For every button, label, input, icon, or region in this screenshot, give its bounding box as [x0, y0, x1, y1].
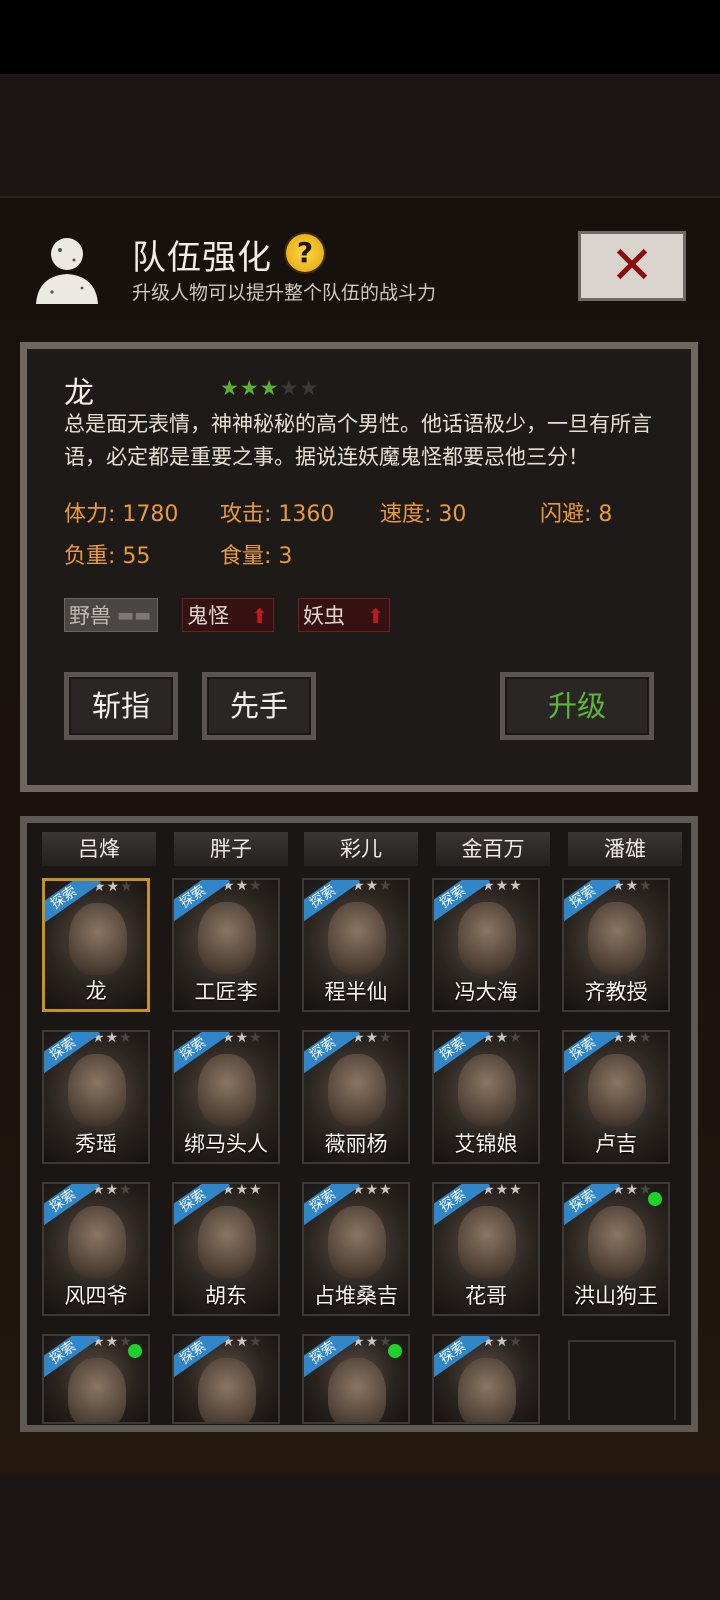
- skill-button-severed-finger[interactable]: 斩指: [64, 672, 178, 740]
- stat-dodge: 闪避: 8: [540, 502, 613, 527]
- character-portrait: [68, 1358, 126, 1422]
- arrow-up-icon: ⬆: [251, 604, 268, 628]
- team-tab[interactable]: 彩儿: [304, 832, 418, 866]
- star-filled-icon: ★: [239, 376, 260, 400]
- character-card-name: 工匠李: [194, 980, 258, 1004]
- roster-card[interactable]: ★★★ 探索: [42, 1334, 150, 1424]
- star-empty-icon: ★: [299, 376, 320, 400]
- upgrade-button[interactable]: 升级: [500, 672, 654, 740]
- star-filled-icon: ★: [259, 376, 280, 400]
- roster-card[interactable]: ★★★ 探索 风四爷: [42, 1182, 150, 1316]
- character-card-name: 胡东: [205, 1284, 247, 1308]
- character-portrait: [68, 1054, 126, 1126]
- character-card-name: 洪山狗王: [574, 1284, 658, 1308]
- character-card-name: 秀瑶: [75, 1132, 117, 1156]
- roster-card[interactable]: ★★★ 探索 薇丽杨: [302, 1030, 410, 1164]
- team-tab[interactable]: 金百万: [436, 832, 550, 866]
- character-card-name: 绑马头人: [184, 1132, 268, 1156]
- character-portrait: [328, 1206, 386, 1278]
- status-bar: [0, 0, 720, 74]
- team-tab[interactable]: 胖子: [174, 832, 288, 866]
- status-dot-icon: [388, 1344, 402, 1358]
- stat-stamina: 体力: 1780: [64, 502, 179, 527]
- team-tab[interactable]: 吕烽: [42, 832, 156, 866]
- roster-card[interactable]: ★★★ 探索 冯大海: [432, 878, 540, 1012]
- character-portrait: [198, 902, 256, 974]
- character-portrait: [198, 1358, 256, 1422]
- roster-card[interactable]: ★★★ 探索 洪山狗王: [562, 1182, 670, 1316]
- page-subtitle: 升级人物可以提升整个队伍的战斗力: [132, 282, 437, 304]
- character-portrait: [588, 902, 646, 974]
- close-icon: ✕: [610, 236, 654, 296]
- character-portrait: [198, 1054, 256, 1126]
- character-card-name: 风四爷: [64, 1284, 128, 1308]
- roster-card[interactable]: ★★★ 探索 秀瑶: [42, 1030, 150, 1164]
- team-tab[interactable]: 潘雄: [568, 832, 682, 866]
- character-card-name: 龙: [85, 979, 107, 1003]
- status-dot-icon: [648, 1192, 662, 1206]
- roster-card[interactable]: ★★★ 探索 花哥: [432, 1182, 540, 1316]
- character-portrait: [458, 1358, 516, 1422]
- roster-card[interactable]: ★★★ 探索龙: [42, 878, 150, 1012]
- help-icon[interactable]: ?: [286, 234, 324, 272]
- character-card-name: 艾锦娘: [454, 1132, 518, 1156]
- character-card-name: 薇丽杨: [324, 1132, 388, 1156]
- roster-card[interactable]: ★★★ 探索 工匠李: [172, 878, 280, 1012]
- stat-food: 食量: 3: [220, 544, 293, 569]
- stat-speed: 速度: 30: [380, 502, 467, 527]
- affinity-tag-insect: 妖虫 ⬆: [298, 598, 390, 632]
- character-name: 龙: [64, 376, 94, 411]
- tag-label: 野兽: [69, 604, 111, 628]
- character-card-name: 占堆桑吉: [314, 1284, 398, 1308]
- roster-card[interactable]: ★★★ 探索 齐教授: [562, 878, 670, 1012]
- character-card-name: 程半仙: [324, 980, 388, 1004]
- character-card-name: 花哥: [465, 1284, 507, 1308]
- star-empty-icon: ★: [279, 376, 300, 400]
- character-portrait: [588, 1206, 646, 1278]
- roster-card[interactable]: ★★★ 探索 占堆桑吉: [302, 1182, 410, 1316]
- affinity-tag-ghost: 鬼怪 ⬆: [182, 598, 274, 632]
- character-star-rating: ★★★★★: [220, 376, 319, 400]
- status-dot-icon: [128, 1344, 142, 1358]
- character-portrait: [588, 1054, 646, 1126]
- character-portrait: [328, 902, 386, 974]
- tag-label: 鬼怪: [187, 604, 229, 628]
- character-description: 总是面无表情，神神秘秘的高个男性。他话语极少，一旦有所言语，必定都是重要之事。据…: [64, 412, 652, 469]
- affinity-tag-beast: 野兽 ▬▬: [64, 598, 158, 632]
- roster-card[interactable]: ★★★ 探索 艾锦娘: [432, 1030, 540, 1164]
- roster-card[interactable]: ★★★ 探索: [432, 1334, 540, 1424]
- character-portrait: [458, 1054, 516, 1126]
- character-portrait: [458, 1206, 516, 1278]
- empty-roster-slot: [568, 1340, 676, 1420]
- character-card-name: 冯大海: [454, 980, 518, 1004]
- skill-button-first-strike[interactable]: 先手: [202, 672, 316, 740]
- roster-card[interactable]: ★★★ 探索 程半仙: [302, 878, 410, 1012]
- roster-card[interactable]: ★★★ 探索 卢吉: [562, 1030, 670, 1164]
- character-card-name: 齐教授: [584, 980, 648, 1004]
- character-portrait: [458, 902, 516, 974]
- star-filled-icon: ★: [220, 376, 240, 400]
- stat-attack: 攻击: 1360: [220, 502, 335, 527]
- character-portrait: [69, 903, 127, 975]
- neutral-indicator-icon: ▬▬: [116, 605, 151, 626]
- character-portrait: [328, 1358, 386, 1422]
- character-portrait: [198, 1206, 256, 1278]
- roster-card[interactable]: ★★★ 探索: [302, 1334, 410, 1424]
- character-portrait: [68, 1206, 126, 1278]
- character-card-name: 卢吉: [595, 1132, 637, 1156]
- tag-label: 妖虫: [303, 604, 345, 628]
- roster-card[interactable]: ★★★ 探索 绑马头人: [172, 1030, 280, 1164]
- roster-card[interactable]: ★★★ 探索 胡东: [172, 1182, 280, 1316]
- character-portrait: [328, 1054, 386, 1126]
- close-button[interactable]: ✕: [578, 231, 686, 301]
- page-title: 队伍强化: [132, 238, 272, 278]
- character-silhouette-icon: [36, 238, 98, 304]
- roster-card[interactable]: ★★★ 探索: [172, 1334, 280, 1424]
- stat-load: 负重: 55: [64, 544, 151, 569]
- arrow-up-icon: ⬆: [367, 604, 384, 628]
